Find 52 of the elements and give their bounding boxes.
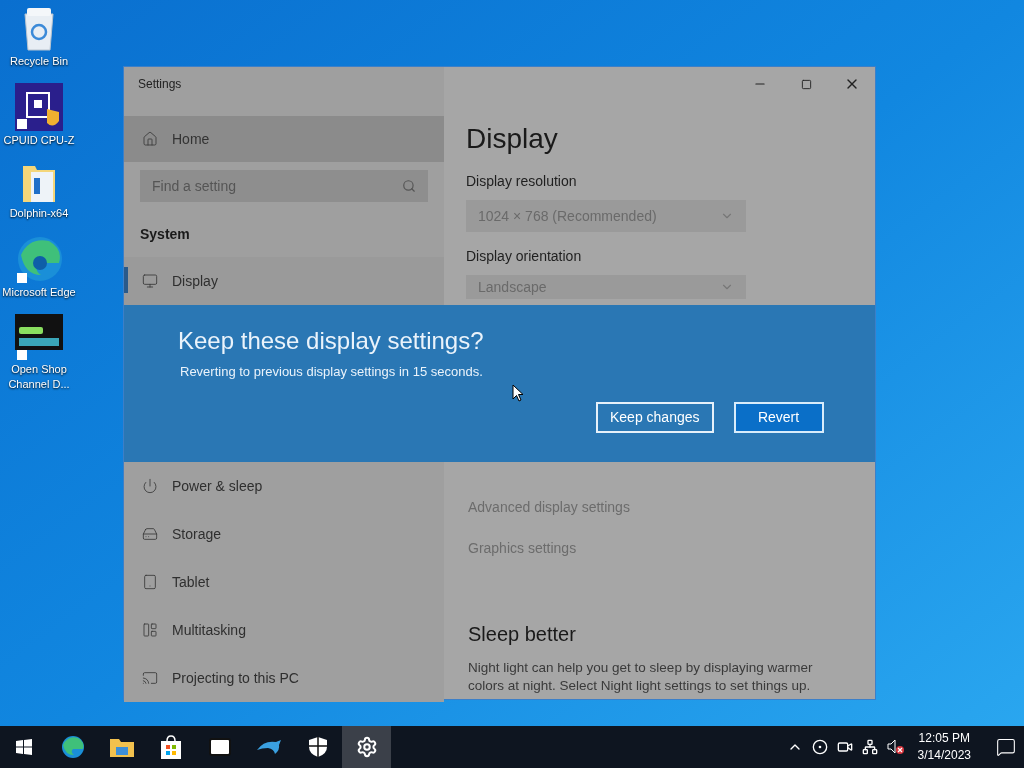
section-heading: System <box>140 225 191 244</box>
nav-item[interactable]: Storage <box>124 510 444 558</box>
power-icon <box>142 478 158 494</box>
search-field[interactable]: Find a setting <box>140 170 428 202</box>
window-title: Settings <box>138 76 182 93</box>
storage-icon <box>142 526 158 542</box>
desktop-icon-label[interactable]: Microsoft Edge <box>1 285 77 300</box>
search-icon <box>402 179 416 193</box>
notifications-icon[interactable] <box>996 737 1016 757</box>
folder-icon[interactable] <box>109 737 134 757</box>
field-label: Display resolution <box>466 172 578 191</box>
chip-icon <box>15 83 63 131</box>
tablet-icon <box>142 574 158 590</box>
nav-item[interactable]: Tablet <box>124 558 444 606</box>
home-icon <box>142 131 158 147</box>
revert-button[interactable]: Revert <box>733 401 824 433</box>
settings-icon[interactable] <box>355 736 378 758</box>
edge-icon[interactable] <box>60 735 85 759</box>
shopping-bag-icon[interactable] <box>159 735 182 759</box>
nav-item[interactable]: Multitasking <box>124 606 444 654</box>
selection-bar <box>124 267 128 293</box>
desktop-icon-label[interactable]: Recycle Bin <box>1 54 77 69</box>
edge-icon <box>15 235 63 283</box>
projector-icon <box>142 670 158 686</box>
section-description: Night light can help you get to sleep by displaying warmer colors at night. Select Night light settings to set things up. <box>468 659 814 695</box>
page-heading: Display <box>466 122 559 156</box>
keep-changes-button[interactable]: Keep changes <box>596 401 714 433</box>
desktop-icon-label[interactable]: CPUID CPU-Z <box>1 133 77 148</box>
network-icon[interactable] <box>861 739 878 755</box>
desktop-icon-label[interactable]: Open Shop Channel D... <box>1 362 77 392</box>
camera-icon[interactable] <box>836 739 853 755</box>
maximize-icon <box>800 78 812 90</box>
banner-message: Reverting to previous display settings in 15 seconds. <box>180 363 484 381</box>
dolphin-icon[interactable] <box>255 738 282 756</box>
windows-logo-icon <box>16 739 32 755</box>
home-nav-item[interactable]: Home <box>124 116 444 162</box>
nav-item[interactable]: Power & sleep <box>124 462 444 510</box>
taskbar-app[interactable] <box>342 726 391 768</box>
section-title: Sleep better <box>468 622 577 647</box>
mouse-cursor-icon <box>512 384 524 402</box>
monitor-icon <box>142 273 158 289</box>
multitasking-icon <box>142 622 158 638</box>
field-label: Display orientation <box>466 247 583 266</box>
desktop-icon-label[interactable]: Dolphin-x64 <box>1 206 77 221</box>
nav-item[interactable]: Projecting to this PC <box>124 654 444 702</box>
banner-title: Keep these display settings? <box>178 326 485 356</box>
shield-icon[interactable] <box>307 736 328 758</box>
terminal-icon <box>15 314 63 360</box>
nav-item[interactable]: Display <box>124 257 444 305</box>
record-icon[interactable] <box>811 739 828 755</box>
clock[interactable]: 12:05 PM 3/14/2023 <box>913 730 975 764</box>
speaker-muted-icon[interactable] <box>886 739 905 755</box>
